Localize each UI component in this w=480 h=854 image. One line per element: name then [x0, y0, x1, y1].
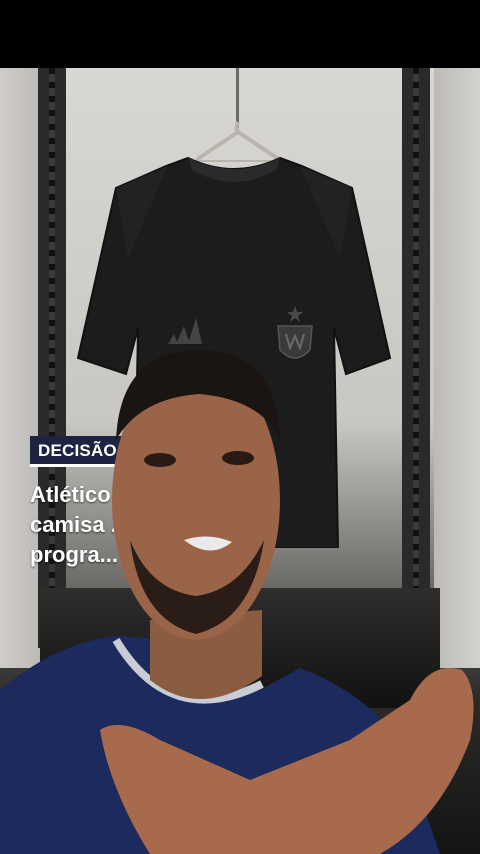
presenter-person: [0, 350, 474, 854]
video-frame[interactable]: IS DECISÃO Atlético ... por dar camisa .…: [0, 0, 480, 854]
